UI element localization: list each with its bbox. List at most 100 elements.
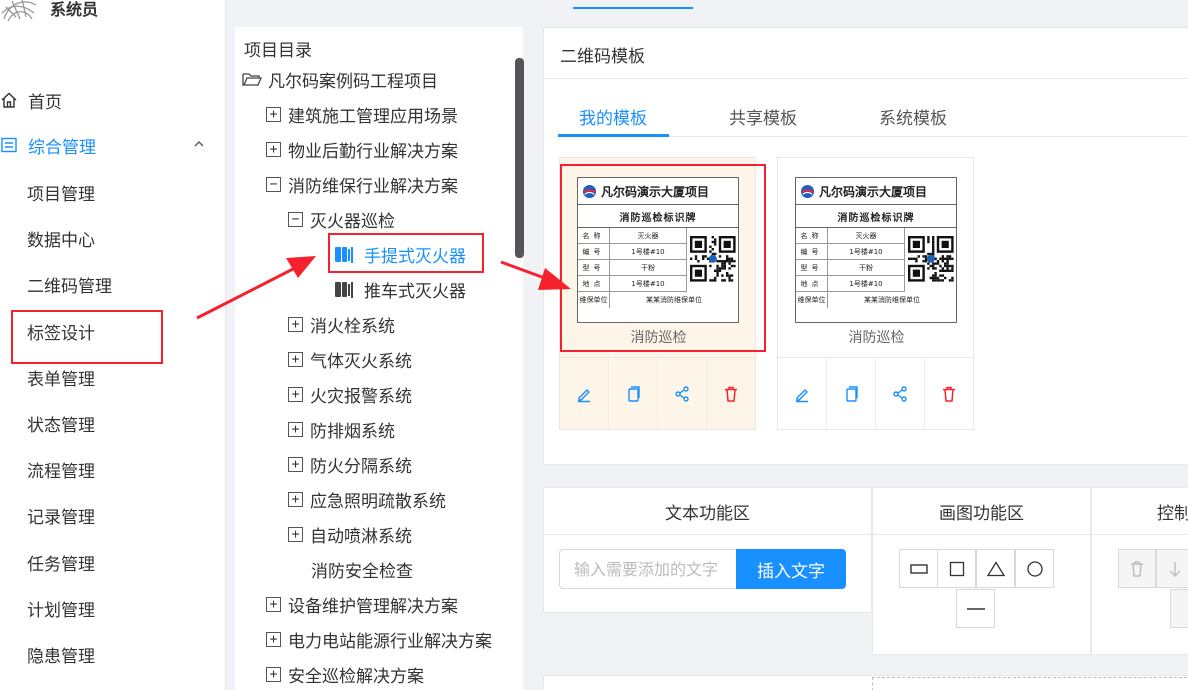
label-divider: [904, 228, 905, 292]
sidebar-item-label: 记录管理: [27, 507, 95, 528]
expand-icon[interactable]: +: [266, 666, 281, 682]
sidebar-item-status-management[interactable]: 状态管理: [0, 405, 226, 441]
tree-node-safety-check[interactable]: 消防安全检查: [311, 556, 413, 582]
label-key: 编号: [796, 244, 828, 259]
sidebar-item-data-center[interactable]: 数据中心: [0, 220, 226, 256]
extinguisher-icon: [335, 282, 353, 298]
insert-text-button[interactable]: 插入文字: [736, 549, 846, 589]
sidebar-item-home[interactable]: 首页: [0, 82, 226, 118]
tree-node-construction[interactable]: + 建筑施工管理应用场景: [266, 101, 458, 127]
tree-node-label: 气体灭火系统: [310, 351, 412, 372]
expand-icon[interactable]: +: [288, 491, 303, 507]
tree-node-fire-alarm[interactable]: + 火灾报警系统: [288, 381, 412, 407]
tree-node-label: 消火栓系统: [310, 316, 395, 337]
tree-node-label: 凡尔码案例码工程项目: [268, 71, 438, 92]
square-button[interactable]: [937, 549, 976, 588]
copy-button[interactable]: [609, 358, 658, 429]
sidebar-item-general-management[interactable]: 综合管理: [0, 127, 226, 163]
sidebar-item-label: 二维码管理: [27, 276, 112, 297]
share-icon: [893, 385, 907, 402]
label-row: 名称 灭火器: [796, 228, 904, 244]
delete-button[interactable]: [925, 358, 973, 429]
tree-node-equipment-maintenance[interactable]: + 设备维护管理解决方案: [266, 591, 458, 617]
expand-icon[interactable]: +: [266, 106, 281, 122]
sidebar-item-label: 流程管理: [27, 461, 95, 482]
copy-button[interactable]: [827, 358, 876, 429]
triangle-button[interactable]: [976, 549, 1015, 588]
line-button[interactable]: [956, 589, 995, 628]
edit-button[interactable]: [778, 358, 827, 429]
tree-node-sprinkler[interactable]: + 自动喷淋系统: [288, 521, 412, 547]
highlight-box-template-card: [560, 164, 766, 352]
template-panel-title: 二维码模板: [560, 47, 645, 67]
control-button[interactable]: [1170, 589, 1188, 628]
expand-icon[interactable]: +: [288, 456, 303, 472]
tree-node-property[interactable]: + 物业后勤行业解决方案: [266, 136, 458, 162]
expand-icon[interactable]: +: [288, 316, 303, 332]
sidebar-item-project-management[interactable]: 项目管理: [0, 174, 226, 210]
label-subtitle: 消防巡检标识牌: [796, 205, 956, 228]
tree-node-label: 自动喷淋系统: [310, 526, 412, 547]
tree-node-label: 灭火器巡检: [310, 211, 395, 232]
tab-shared-templates[interactable]: 共享模板: [729, 104, 797, 129]
rectangle-button[interactable]: [899, 549, 938, 588]
arrow-down-icon: [1169, 561, 1181, 577]
tree-node-power-station[interactable]: + 电力电站能源行业解决方案: [266, 626, 492, 652]
tree-scrollbar[interactable]: [515, 58, 524, 258]
tree-node-smoke-control[interactable]: + 防排烟系统: [288, 416, 395, 442]
share-button[interactable]: [876, 358, 925, 429]
tree-node-emergency-lighting[interactable]: + 应急照明疏散系统: [288, 486, 446, 512]
expand-icon[interactable]: +: [288, 421, 303, 437]
circle-button[interactable]: [1015, 549, 1054, 588]
share-button[interactable]: [658, 358, 707, 429]
expand-icon[interactable]: +: [288, 526, 303, 542]
delete-button[interactable]: [707, 358, 755, 429]
sidebar-item-plan-management[interactable]: 计划管理: [0, 590, 226, 626]
tree-node-label: 防火分隔系统: [310, 456, 412, 477]
tree-node-extinguisher-inspection[interactable]: − 灭火器巡检: [288, 206, 395, 232]
canvas-area: [872, 677, 1188, 690]
template-caption: 消防巡检: [848, 330, 905, 346]
template-card[interactable]: 凡尔码演示大厦项目 消防巡检标识牌 名称 灭火器 编号 1号楼#10 型号 干粉 地点…: [777, 157, 974, 430]
sidebar-item-form-management[interactable]: 表单管理: [0, 359, 226, 395]
project-logo-icon: [800, 184, 815, 198]
collapse-icon[interactable]: −: [288, 211, 303, 227]
expand-icon[interactable]: +: [266, 141, 281, 157]
tree-node-label: 应急照明疏散系统: [310, 491, 446, 512]
square-icon: [949, 561, 964, 576]
edit-button[interactable]: [560, 358, 609, 429]
sidebar-item-record-management[interactable]: 记录管理: [0, 497, 226, 533]
logo-icon: [1, 0, 37, 22]
tree-node-hydrant[interactable]: + 消火栓系统: [288, 311, 395, 337]
collapse-icon[interactable]: −: [266, 176, 281, 192]
label-value: 1号楼#10: [849, 279, 883, 288]
label-preview[interactable]: 凡尔码演示大厦项目 消防巡检标识牌 名称 灭火器 编号 1号楼#10 型号 干粉 地点…: [795, 177, 957, 323]
expand-icon[interactable]: +: [266, 596, 281, 612]
sidebar-item-process-management[interactable]: 流程管理: [0, 451, 226, 487]
line-icon: [966, 607, 985, 610]
tab-my-templates[interactable]: 我的模板: [579, 104, 647, 129]
tree-node-label: 推车式灭火器: [364, 281, 466, 302]
tree-title: 项目目录: [244, 41, 312, 61]
sidebar-item-label: 表单管理: [27, 369, 95, 390]
sidebar-item-qrcode-management[interactable]: 二维码管理: [0, 266, 226, 302]
expand-icon[interactable]: +: [288, 386, 303, 402]
sidebar-item-hazard-management[interactable]: 隐患管理: [0, 636, 226, 672]
tree-root[interactable]: 凡尔码案例码工程项目: [242, 66, 438, 92]
sidebar-item-task-management[interactable]: 任务管理: [0, 544, 226, 580]
tree-node-safety-patrol[interactable]: + 安全巡检解决方案: [266, 661, 424, 687]
clear-button[interactable]: [1118, 549, 1156, 588]
tree-node-fire-maintenance[interactable]: − 消防维保行业解决方案: [266, 171, 458, 197]
move-down-button[interactable]: [1156, 549, 1188, 588]
tree-node-label: 电力电站能源行业解决方案: [288, 631, 492, 652]
copy-icon: [628, 385, 640, 402]
tree-node-fire-separation[interactable]: + 防火分隔系统: [288, 451, 412, 477]
tree-node-gas-extinguishing[interactable]: + 气体灭火系统: [288, 346, 412, 372]
tab-system-templates[interactable]: 系统模板: [879, 104, 947, 129]
tree-node-cart-extinguisher[interactable]: 推车式灭火器: [334, 276, 466, 302]
sidebar-item-label: 任务管理: [27, 554, 95, 575]
expand-icon[interactable]: +: [266, 631, 281, 647]
expand-icon[interactable]: +: [288, 351, 303, 367]
highlight-box-label-design: [11, 310, 163, 364]
text-input[interactable]: [559, 549, 737, 589]
